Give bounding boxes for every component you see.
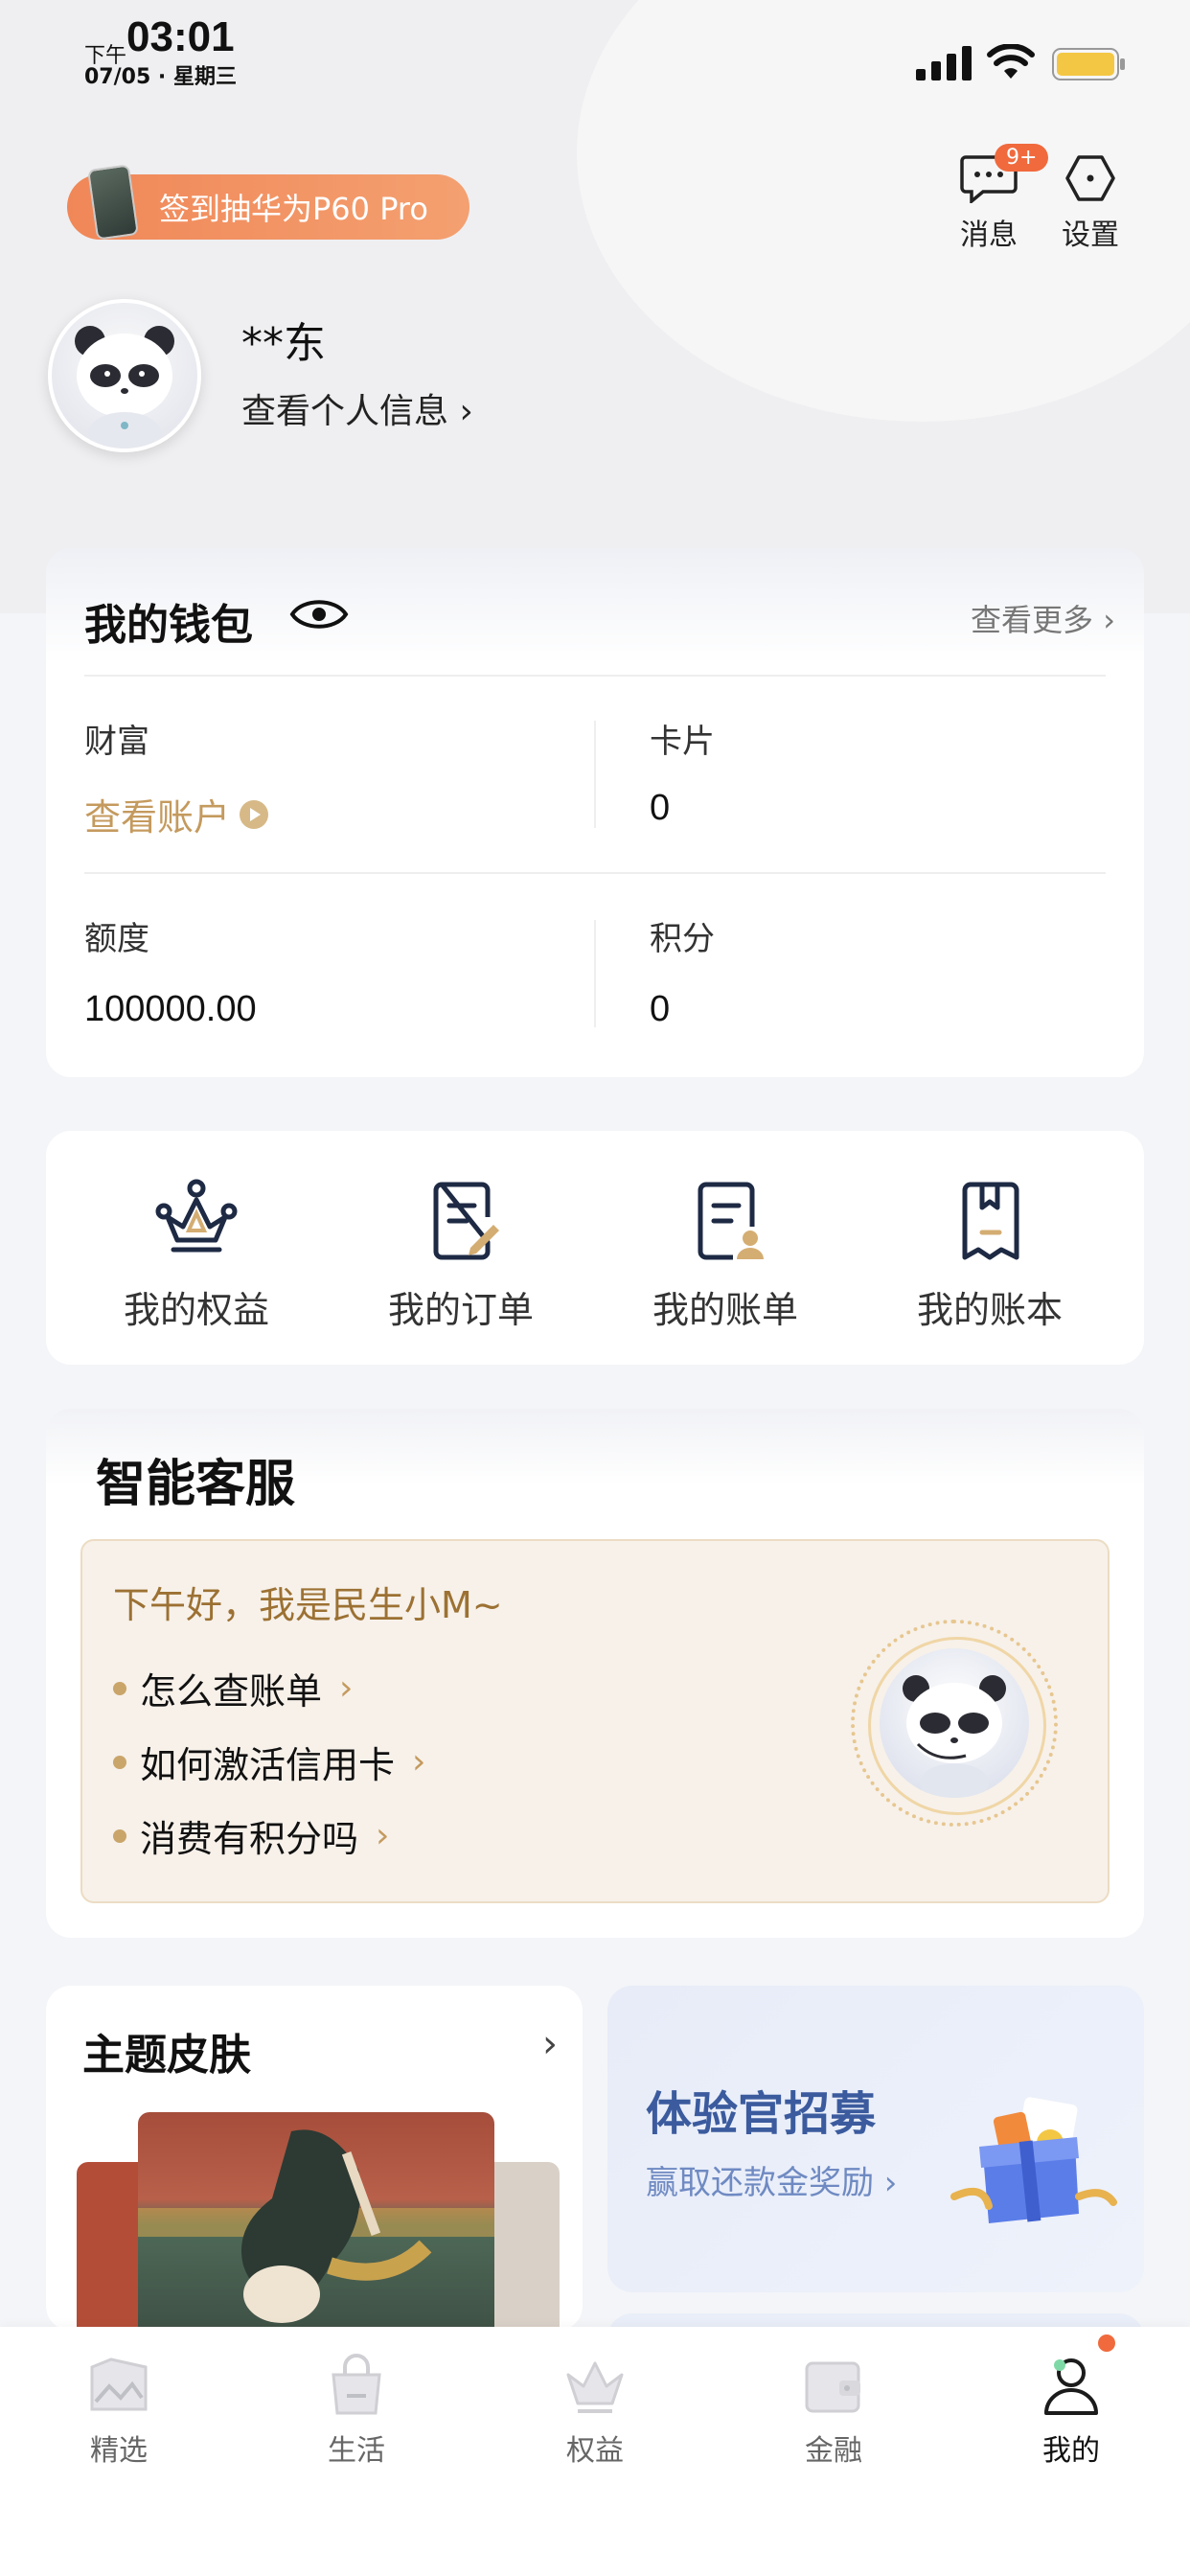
wifi-icon [987,44,1035,79]
bottom-tab-bar: 精选 生活 权益 金融 我的 [0,2327,1190,2576]
status-date: 07/05 · 星期三 [84,65,237,89]
recruit-subtitle: 赢取还款金奖励 › [646,2164,898,2202]
divider [84,675,1106,677]
chevron-right-icon: › [339,1668,354,1708]
settings-button[interactable]: 设置 [1052,153,1129,253]
phone-promo-image [87,164,139,241]
tab-finance[interactable]: 金融 [757,2350,910,2469]
bullet-icon [113,1755,126,1769]
customer-service-title: 智能客服 [96,1456,296,1513]
tab-benefits[interactable]: 权益 [518,2350,672,2469]
chevron-right-icon: › [542,2022,558,2066]
my-orders-label: 我的订单 [387,1289,534,1331]
avatar[interactable] [48,299,201,452]
faq-text: 消费有积分吗 [140,1818,359,1860]
settings-label: 设置 [1062,218,1119,252]
tab-life-label: 生活 [328,2434,385,2468]
my-ledger-label: 我的账本 [916,1289,1063,1331]
messages-badge: 9+ [995,144,1049,172]
gift-box-icon [950,2097,1117,2223]
points-value[interactable]: 0 [650,989,670,1030]
tab-mine[interactable]: 我的 [995,2350,1148,2469]
bullet-icon [113,1828,126,1843]
panda-avatar-icon [75,326,174,448]
tab-mine-label: 我的 [1042,2434,1100,2468]
promo-text: 签到抽华为P60 Pro [159,191,428,227]
theme-skin-card[interactable]: 主题皮肤 › [46,1986,583,2331]
picture-icon [90,2358,148,2411]
assistant-greeting: 下午好，我是民生小M~ [113,1584,503,1626]
divider [84,872,1106,874]
cards-value[interactable]: 0 [650,788,670,829]
notification-dot [1098,2334,1115,2352]
experience-officer-recruit-card[interactable]: 体验官招募 赢取还款金奖励 › [607,1986,1144,2292]
theme-preview-left [77,2162,144,2331]
cards-label: 卡片 [650,723,715,761]
wealth-label: 财富 [84,723,149,761]
credit-value[interactable]: 100000.00 [84,989,257,1030]
promo-checkin-banner[interactable]: 签到抽华为P60 Pro [67,164,469,241]
tab-featured[interactable]: 精选 [42,2350,195,2469]
tab-finance-label: 金融 [805,2434,862,2468]
my-bills-label: 我的账单 [652,1289,798,1331]
assistant-avatar[interactable] [851,1620,1058,1827]
shopping-bag-icon [332,2354,381,2415]
view-profile-link[interactable]: 查看个人信息 › [241,383,473,433]
chevron-right-icon: › [376,1816,390,1855]
credit-label: 额度 [84,920,149,958]
bill-user-icon [698,1182,764,1260]
theme-title: 主题皮肤 [82,2031,251,2080]
faq-item[interactable]: 消费有积分吗 › [113,1809,389,1862]
faq-item[interactable]: 怎么查账单 › [113,1662,353,1714]
theme-preview-image [138,2112,494,2331]
view-account-link[interactable]: 查看账户 [84,788,270,840]
panda-assistant-icon [880,1648,1029,1798]
chevron-right-icon: › [412,1742,426,1782]
divider [594,721,596,828]
tab-life[interactable]: 生活 [280,2350,433,2469]
status-time: 03:01 [126,13,235,60]
person-icon [1044,2358,1098,2415]
crown-icon [155,1179,238,1253]
order-edit-icon [433,1182,499,1260]
settings-hexagon-icon [1065,155,1115,201]
faq-text: 如何激活信用卡 [140,1744,396,1786]
tab-benefits-label: 权益 [566,2434,624,2468]
my-benefits-label: 我的权益 [123,1289,269,1331]
bullet-icon [113,1681,126,1695]
customer-service-card: 智能客服 下午好，我是民生小M~ 怎么查账单 › 如何激活信用卡 › 消费有积分… [46,1409,1144,1938]
header-background [0,0,1190,613]
my-ledger-shortcut[interactable]: 我的账本 [870,1175,1110,1333]
play-circle-icon [240,799,269,829]
recruit-title: 体验官招募 [646,2087,877,2141]
view-account-text: 查看账户 [84,796,231,839]
signal-icon [916,46,972,80]
wallet-card: 我的钱包 查看更多 › 财富 查看账户 卡片 0 额度 100000.00 积分… [46,548,1144,1077]
assistant-panel: 下午好，我是民生小M~ 怎么查账单 › 如何激活信用卡 › 消费有积分吗 › [80,1539,1110,1903]
my-bills-shortcut[interactable]: 我的账单 [606,1175,845,1333]
faq-text: 怎么查账单 [140,1670,323,1713]
eye-icon[interactable] [289,594,349,634]
username: **东 [241,319,326,368]
theme-preview-right [492,2162,560,2331]
divider [594,920,596,1027]
bookmark-book-icon [962,1182,1019,1260]
messages-label: 消息 [960,218,1018,252]
faq-item[interactable]: 如何激活信用卡 › [113,1736,425,1788]
wallet-icon [805,2361,860,2413]
wallet-title: 我的钱包 [84,601,253,650]
wallet-more-link[interactable]: 查看更多 › [971,596,1115,640]
crown-icon [566,2361,624,2413]
shortcuts-card: 我的权益 我的订单 我的账单 我的账本 [46,1131,1144,1365]
tab-featured-label: 精选 [90,2434,148,2468]
my-orders-shortcut[interactable]: 我的订单 [341,1175,581,1333]
points-label: 积分 [650,920,715,958]
battery-icon [1052,48,1125,80]
my-benefits-shortcut[interactable]: 我的权益 [77,1175,316,1333]
